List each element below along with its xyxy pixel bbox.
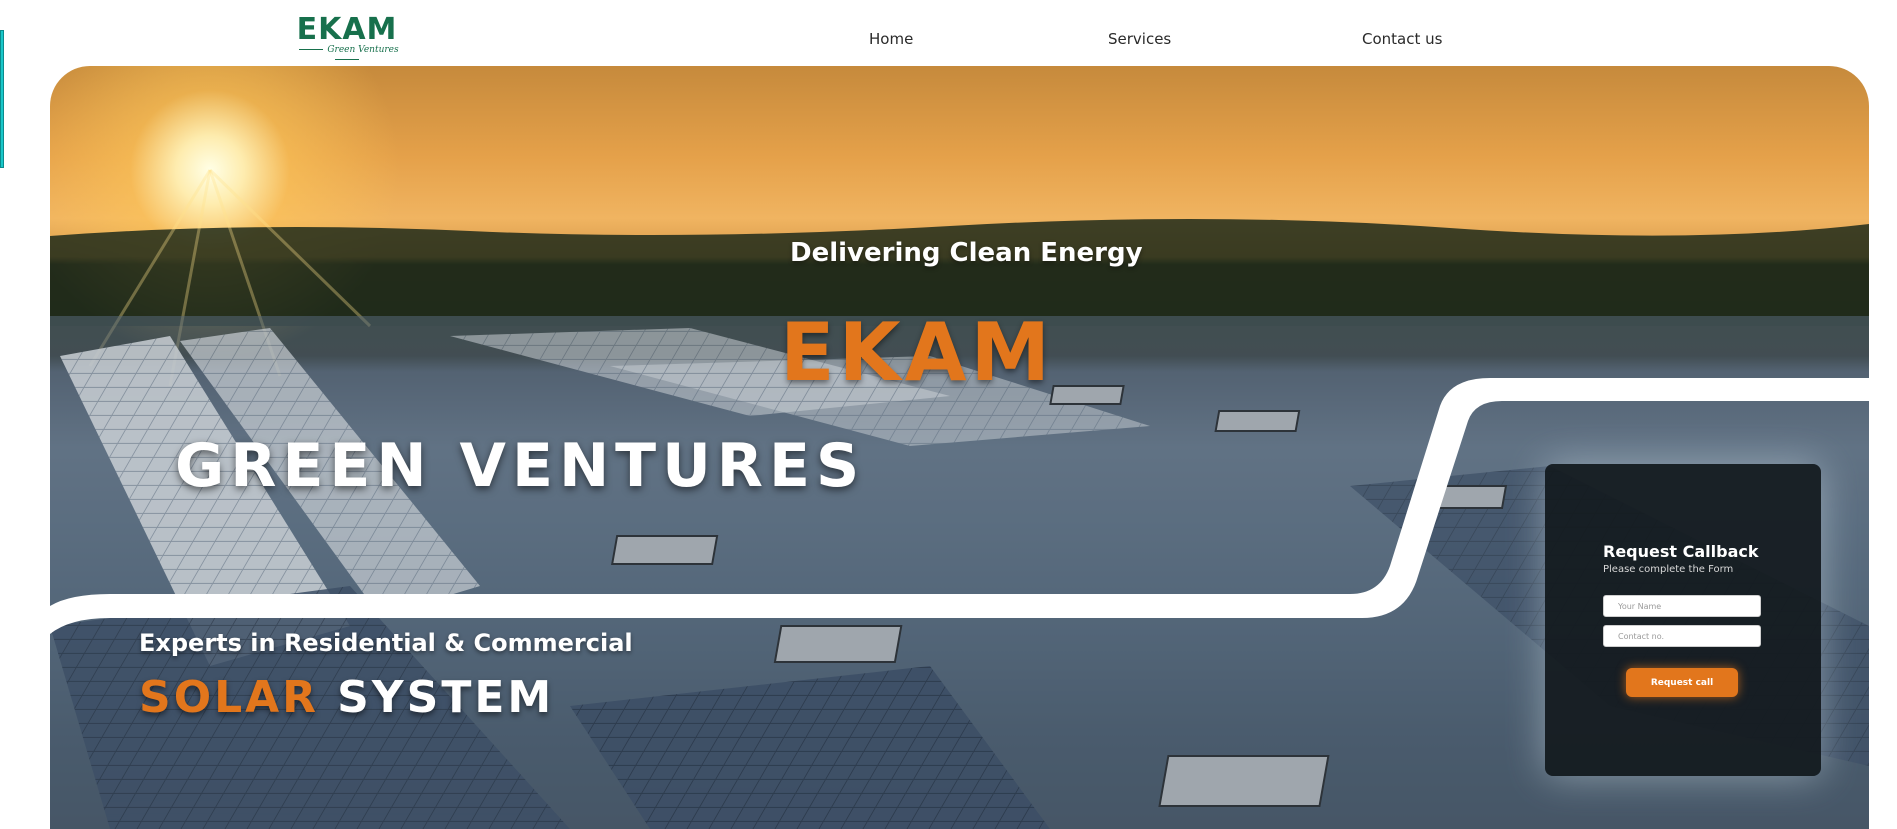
hero-brand-title: EKAM (780, 306, 1055, 399)
nav-contact[interactable]: Contact us (1362, 30, 1442, 48)
contact-input[interactable] (1603, 625, 1761, 647)
request-call-button[interactable]: Request call (1626, 668, 1738, 697)
logo-wordmark: EKAM (296, 12, 398, 47)
name-input[interactable] (1603, 595, 1761, 617)
hero-solar-system-heading: SOLAR SYSTEM (139, 673, 739, 723)
site-header: EKAM Green Ventures Home Services Contac… (0, 0, 1897, 66)
system-word: SYSTEM (337, 672, 555, 723)
nav-home[interactable]: Home (869, 30, 913, 48)
request-callback-form: Request Callback Please complete the For… (1545, 464, 1821, 776)
solar-word: SOLAR (139, 672, 320, 723)
logo[interactable]: EKAM Green Ventures (287, 14, 407, 56)
hero-experts-line: Experts in Residential & Commercial (139, 629, 633, 657)
callback-title: Request Callback (1603, 542, 1759, 561)
nav-services[interactable]: Services (1108, 30, 1171, 48)
hero-tagline: Delivering Clean Energy (790, 238, 1143, 268)
callback-subtitle: Please complete the Form (1603, 564, 1734, 575)
logo-tagline: Green Ventures (287, 45, 407, 65)
hero-brand-subtitle: Green Ventures (175, 431, 866, 501)
hero-banner: Delivering Clean Energy EKAM Green Ventu… (50, 66, 1869, 829)
